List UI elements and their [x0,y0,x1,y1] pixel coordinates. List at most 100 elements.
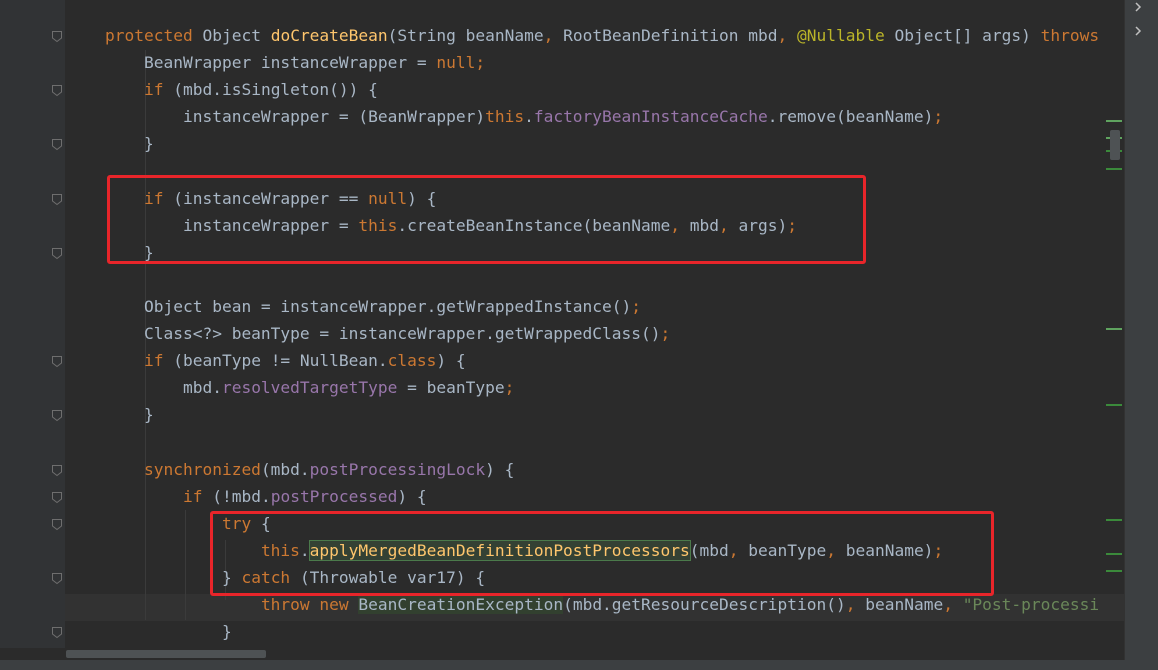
code-line[interactable]: synchronized(mbd.postProcessingLock) { [105,456,514,483]
code-token: applyMergedBeanDefinitionPostProcessors [308,539,691,561]
code-token: catch [241,568,300,587]
code-token: factoryBeanInstanceCache [533,107,768,127]
code-token: "Post-processi [962,595,1100,615]
code-token: args) [738,215,788,235]
code-line[interactable]: instanceWrapper = (BeanWrapper)this.fact… [105,103,943,130]
code-token: (instanceWrapper == [173,188,369,208]
code-line[interactable]: } [105,618,232,645]
code-token: (!mbd. [212,486,271,506]
code-line[interactable]: } catch (Throwable var17) { [105,564,485,591]
code-token: (mbd [689,540,729,560]
code-token: throws [1040,26,1100,45]
code-token: (beanType != NullBean. [173,351,388,371]
code-line[interactable]: if (mbd.isSingleton()) { [105,76,378,103]
error-stripe-mark [1106,404,1122,406]
code-line[interactable]: Class<?> beanType = instanceWrapper.getW… [105,320,670,347]
code-token: ; [660,324,671,344]
code-lines: protected Object doCreateBean(String bea… [0,0,1124,660]
vertical-scrollbar-thumb[interactable] [1110,130,1120,160]
error-stripe-mark [1106,168,1122,170]
code-token: null [436,53,476,73]
code-token: if [182,486,213,506]
code-token: ; [475,53,486,73]
code-line[interactable]: if (beanType != NullBean.class) { [105,347,466,374]
code-token: beanType [748,540,827,560]
code-token: ; [787,215,797,235]
code-token: postProcessingLock [309,459,486,479]
code-editor[interactable]: protected Object doCreateBean(String bea… [0,0,1124,660]
code-token: throw new [260,595,359,615]
code-line[interactable]: if (!mbd.postProcessed) { [105,483,427,510]
horizontal-scrollbar-thumb[interactable] [66,650,266,658]
code-token: , [845,595,866,615]
error-stripe-mark [1106,553,1122,555]
code-token: , [719,215,739,235]
code-token: BeanCreationException [358,595,564,615]
code-token: ; [933,540,944,560]
code-token: (Throwable var17) { [299,568,486,587]
code-token: ; [631,297,642,316]
code-token: mbd [689,215,720,235]
code-token: . [524,107,534,127]
code-token: ; [933,107,944,127]
code-token: this [358,215,398,235]
code-token: } [105,405,154,425]
code-line[interactable]: } [105,401,154,428]
code-token: } [105,134,154,154]
code-line[interactable]: if (instanceWrapper == null) { [105,185,436,212]
code-token: try [221,513,261,533]
code-line[interactable]: } [105,239,154,266]
code-token: ) { [436,351,466,371]
code-token: null [368,188,408,208]
code-token: this [485,107,525,127]
code-token: , [543,26,564,45]
code-token: Object[] args) [884,26,1041,45]
code-line[interactable]: throw new BeanCreationException(mbd.getR… [105,591,1099,618]
code-line[interactable]: mbd.resolvedTargetType = beanType; [105,374,514,401]
code-token: = beanType [397,378,505,398]
code-token: Object bean = instanceWrapper.getWrapped… [105,297,632,316]
code-line[interactable]: try { [105,510,271,537]
error-stripe-mark [1106,120,1122,122]
code-token: , [728,540,749,560]
code-token: } [105,622,232,642]
code-token: } [105,568,242,587]
code-token: (String beanName [387,26,544,45]
error-stripe-mark [1106,519,1122,521]
code-line[interactable]: protected Object doCreateBean(String bea… [105,22,1099,49]
code-token: } [105,242,154,262]
code-token: if [143,351,174,371]
code-line[interactable]: Object bean = instanceWrapper.getWrapped… [105,293,641,320]
code-token: resolvedTargetType [221,378,398,398]
code-token: this [260,540,300,560]
code-token: , [777,26,797,45]
code-token: ) { [485,459,515,479]
code-line[interactable]: instanceWrapper = this.createBeanInstanc… [105,212,797,239]
code-line[interactable]: BeanWrapper instanceWrapper = null; [105,49,485,76]
code-token: if [143,188,174,208]
code-token: postProcessed [270,486,398,506]
chevron-right-icon[interactable] [1132,0,1144,12]
code-token: , [943,595,963,615]
code-token: ; [504,378,515,398]
code-token: doCreateBean [270,26,388,45]
code-token: , [670,215,690,235]
code-line[interactable]: this.applyMergedBeanDefinitionPostProces… [105,537,943,564]
chevron-right-icon[interactable] [1132,22,1144,36]
code-token: beanName) [845,540,934,560]
code-token: (mbd.isSingleton()) { [173,80,378,100]
code-line[interactable]: } [105,130,154,157]
error-stripe-mark [1106,328,1122,330]
code-token: BeanWrapper instanceWrapper = [105,53,437,73]
code-token: mbd. [105,378,222,398]
code-token: . [299,540,310,560]
horizontal-scrollbar[interactable] [0,648,1124,660]
code-token: instanceWrapper = (BeanWrapper) [105,107,486,127]
code-token: @Nullable [797,26,885,45]
